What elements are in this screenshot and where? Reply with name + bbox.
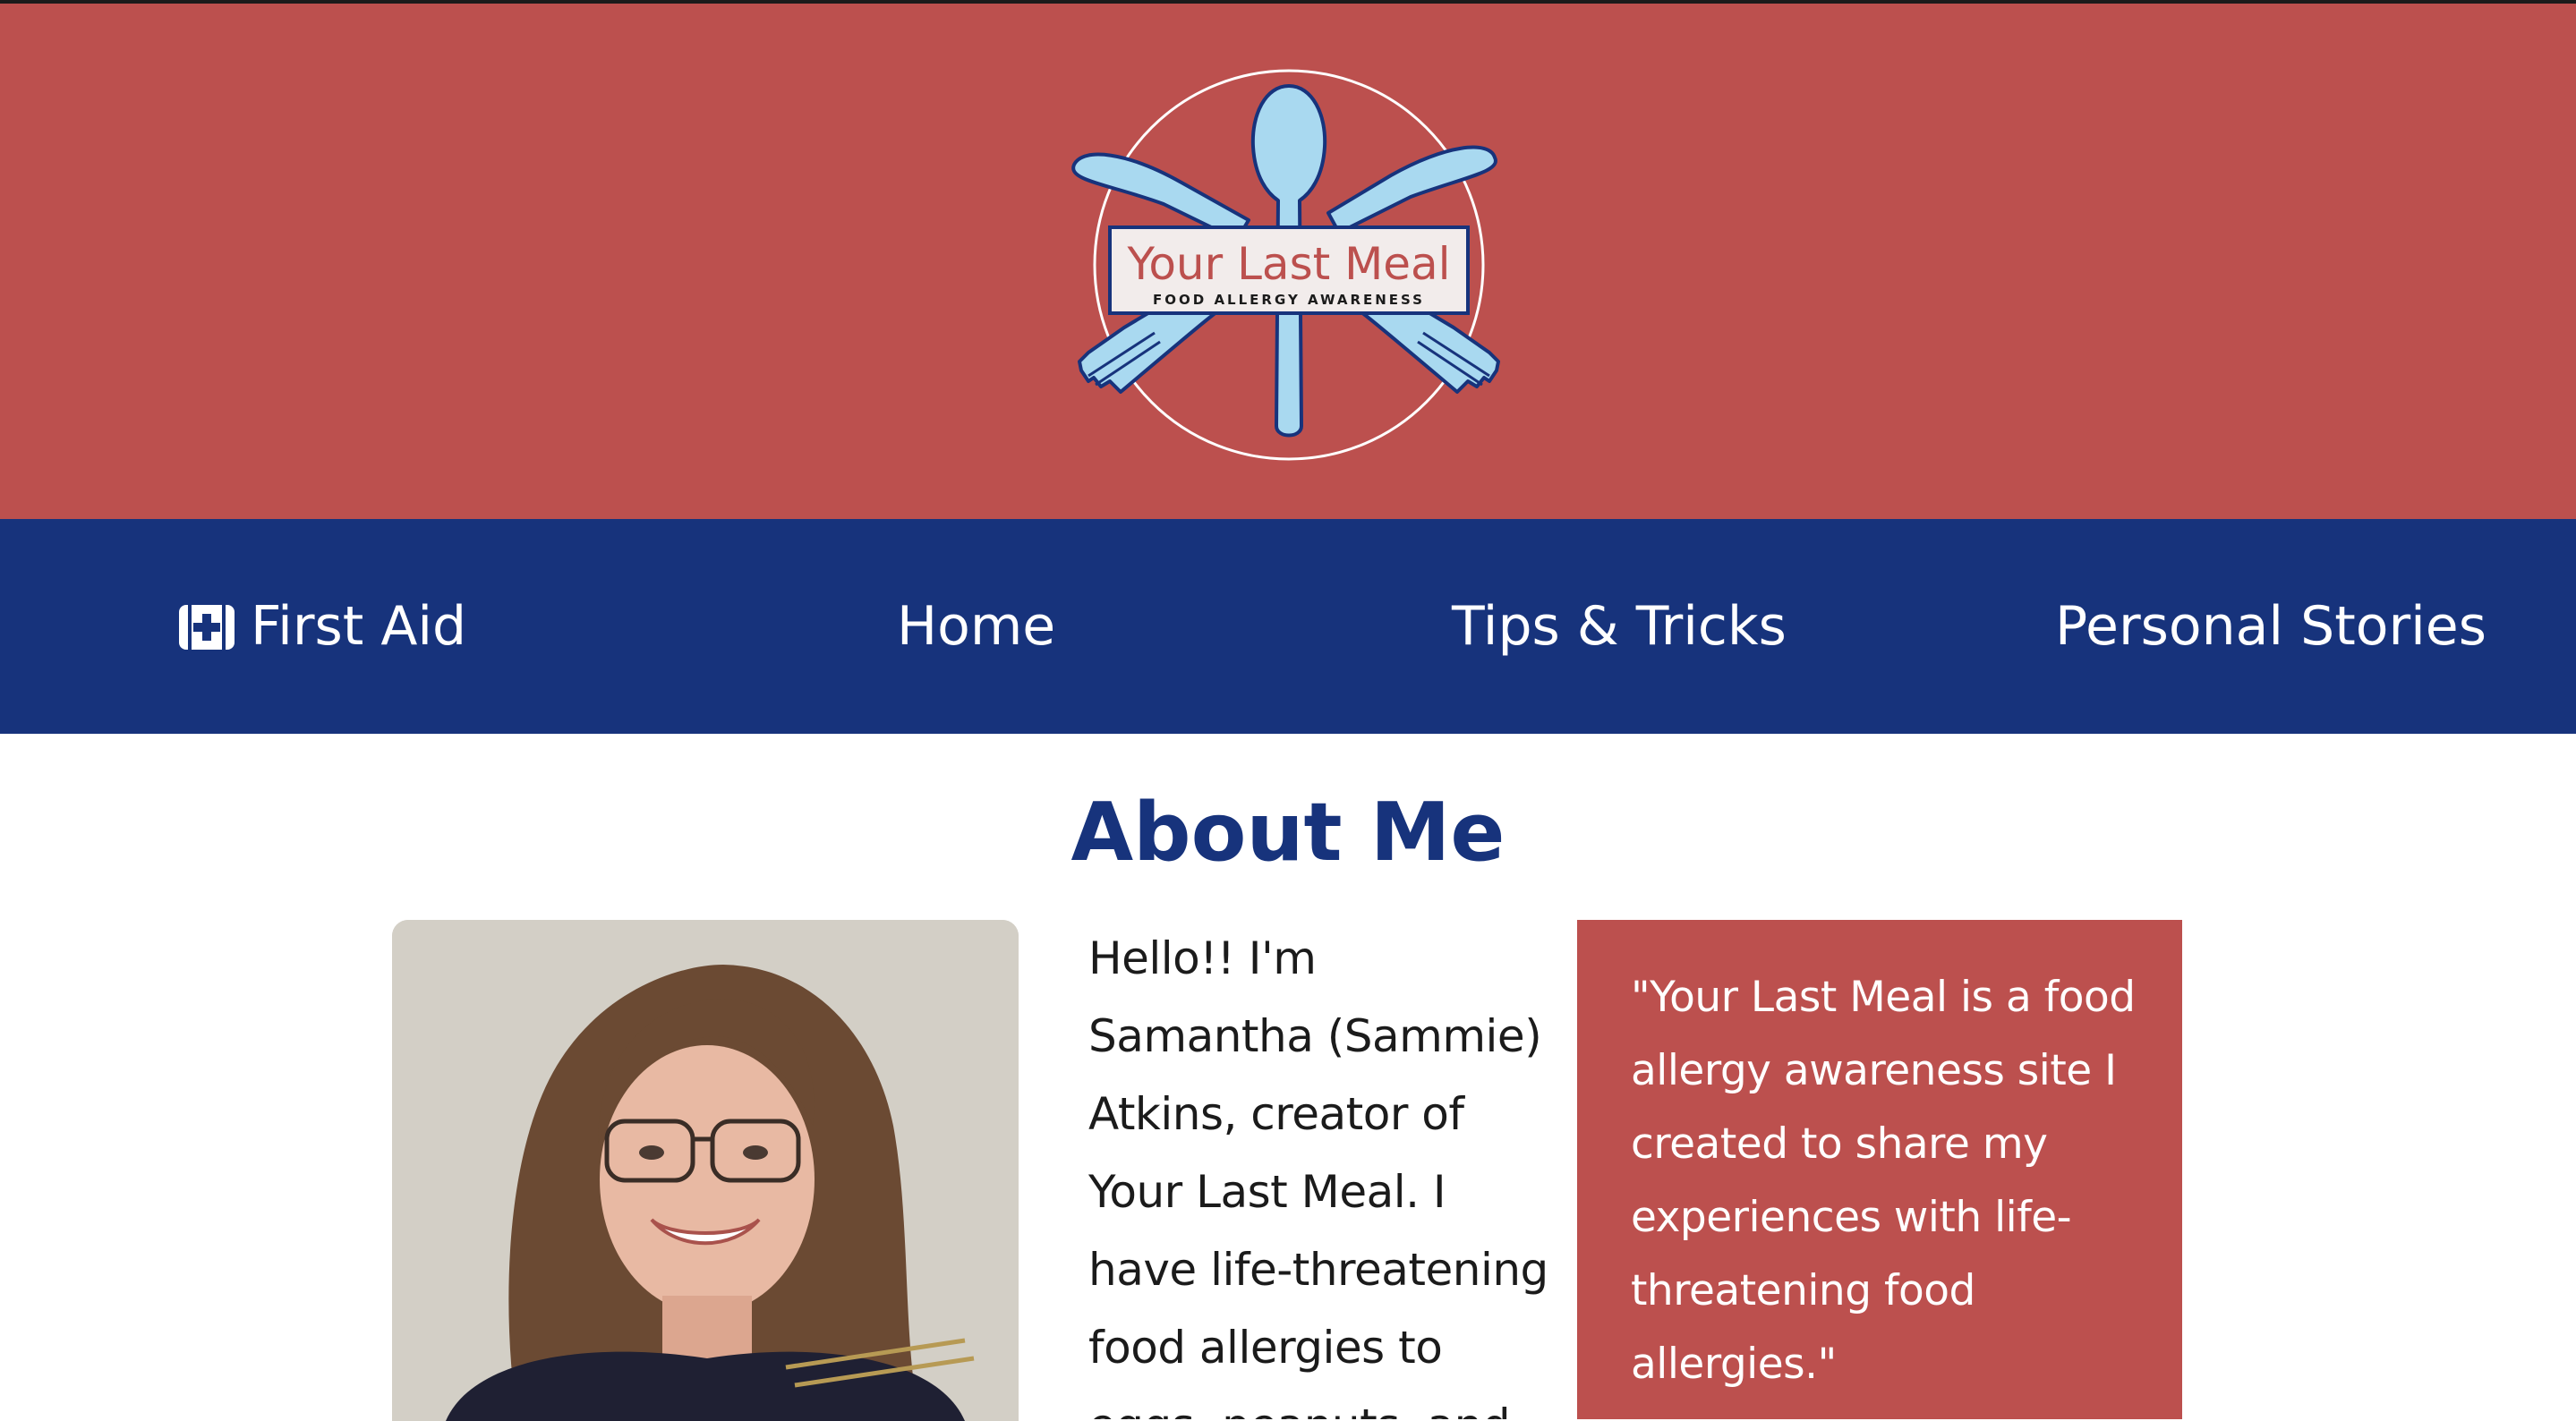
nav-item-label: Personal Stories: [2055, 595, 2486, 658]
nav-item-tips-and-tricks[interactable]: Tips & Tricks: [1452, 519, 1787, 734]
profile-photo: [392, 920, 1019, 1421]
logo-title: Your Last Meal: [1126, 238, 1450, 290]
nav-item-label: First Aid: [251, 595, 467, 658]
page-title: About Me: [1070, 786, 1506, 880]
intro-text: Hello!! I'm Samantha (Sammie) Atkins, cr…: [1088, 932, 1548, 1419]
main-navigation: First Aid Home Tips & Tricks Personal St…: [0, 519, 2576, 734]
nav-item-home[interactable]: Home: [897, 519, 1055, 734]
site-header: Your Last Meal FOOD ALLERGY AWARENESS: [0, 4, 2576, 519]
nav-item-label: Home: [897, 595, 1056, 658]
knife-icon: [1326, 145, 1497, 234]
nav-item-label: Tips & Tricks: [1452, 595, 1787, 658]
nav-item-personal-stories[interactable]: Personal Stories: [2055, 519, 2486, 734]
logo-subtitle: FOOD ALLERGY AWARENESS: [1153, 292, 1425, 308]
logo-banner: Your Last Meal FOOD ALLERGY AWARENESS: [1108, 225, 1470, 315]
first-aid-kit-icon: [177, 601, 236, 651]
site-logo[interactable]: Your Last Meal FOOD ALLERGY AWARENESS: [1047, 59, 1531, 471]
nav-item-first-aid[interactable]: First Aid: [177, 519, 466, 734]
quote-text: "Your Last Meal is a food allergy awaren…: [1631, 973, 2136, 1389]
quote-card: "Your Last Meal is a food allergy awaren…: [1577, 920, 2182, 1419]
